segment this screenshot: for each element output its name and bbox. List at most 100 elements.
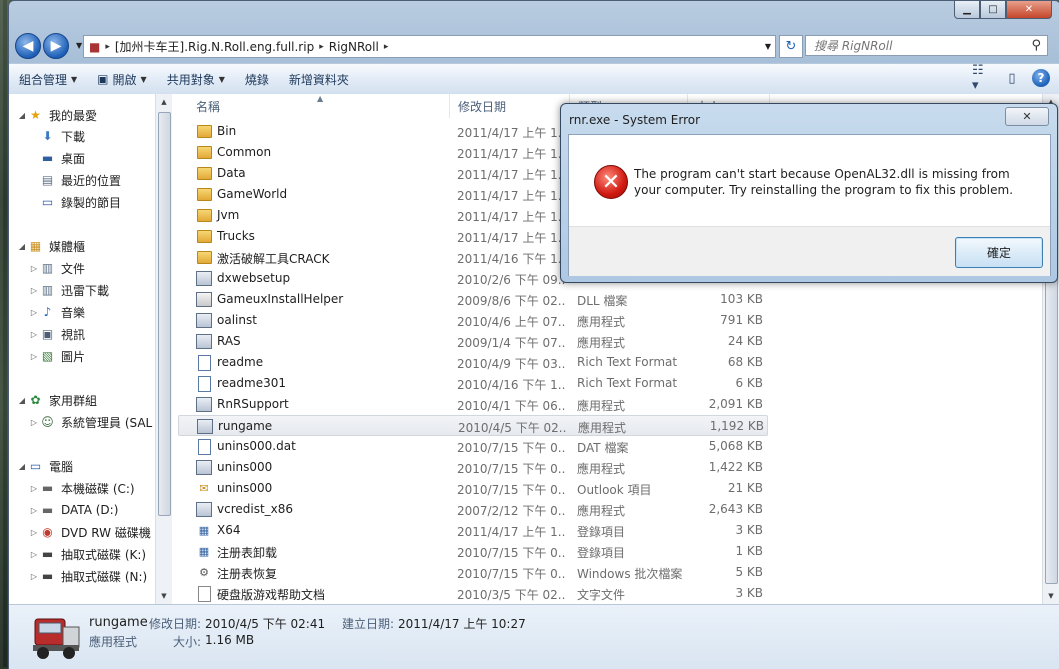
sidebar-item-drive-d[interactable]: ▷ ▬ DATA (D:) bbox=[29, 500, 118, 520]
address-bar[interactable]: ■ ▸ [加州卡车王].Rig.N.Roll.eng.full.rip ▸ Ri… bbox=[83, 35, 775, 58]
sidebar-item-music[interactable]: ▷ ♪ 音樂 bbox=[29, 302, 85, 322]
file-row[interactable]: RAS 2009/1/4 下午 07... 應用程式 24 KB bbox=[178, 331, 768, 352]
file-row[interactable]: unins000 2010/7/15 下午 0... 應用程式 1,422 KB bbox=[178, 457, 768, 478]
file-row[interactable]: ▦ X64 2011/4/17 上午 1... 登錄項目 3 KB bbox=[178, 520, 768, 541]
breadcrumb-segment[interactable]: [加州卡车王].Rig.N.Roll.eng.full.rip bbox=[115, 38, 314, 55]
file-row[interactable]: GameuxInstallHelper 2009/8/6 下午 02... DLL … bbox=[178, 289, 768, 310]
file-size: 24 KB bbox=[727, 334, 763, 348]
expand-arrow-icon[interactable]: ▷ bbox=[29, 352, 39, 361]
help-icon[interactable]: ? bbox=[1032, 69, 1050, 87]
file-date: 2010/4/5 下午 02... bbox=[458, 421, 566, 435]
document-icon bbox=[196, 438, 212, 455]
view-options-icon[interactable]: ☷ ▾ bbox=[972, 63, 992, 93]
computer-icon: ▭ bbox=[29, 459, 42, 473]
open-menu[interactable]: ▣ 開啟 ▼ bbox=[87, 64, 157, 94]
application-icon bbox=[196, 313, 212, 328]
folder-icon bbox=[196, 250, 212, 265]
sidebar-item-recorded-tv[interactable]: ▭ 錄製的節目 bbox=[39, 192, 121, 212]
refresh-button[interactable]: ↻ bbox=[779, 35, 803, 58]
sidebar-item-downloads[interactable]: ⬇ 下載 bbox=[39, 126, 85, 146]
navigation-scrollbar[interactable]: ▲ ▼ bbox=[155, 94, 172, 604]
minimize-button[interactable]: ▁ bbox=[954, 1, 980, 19]
sidebar-item-desktop[interactable]: ▬ 桌面 bbox=[39, 148, 85, 168]
file-row[interactable]: readme 2010/4/9 下午 03... Rich Text Format 6… bbox=[178, 352, 768, 373]
file-row[interactable]: ▦ 注册表卸载 2010/7/15 下午 0... 登錄項目 1 KB bbox=[178, 541, 768, 562]
file-row[interactable]: ✉ unins000 2010/7/15 下午 0... Outlook 項目 21 K… bbox=[178, 478, 768, 499]
scroll-down-arrow-icon[interactable]: ▼ bbox=[1043, 588, 1059, 604]
dialog-close-button[interactable]: ✕ bbox=[1005, 107, 1049, 126]
sidebar-item-dvd-drive[interactable]: ▷ ◉ DVD RW 磁碟機 bbox=[29, 522, 151, 542]
chevron-right-icon[interactable]: ▸ bbox=[105, 42, 110, 52]
sidebar-item-pictures[interactable]: ▷ ▧ 圖片 bbox=[29, 346, 85, 366]
file-date: 2007/2/12 下午 0... bbox=[457, 504, 565, 518]
column-header-date[interactable]: 修改日期 bbox=[450, 94, 570, 118]
expand-arrow-icon[interactable]: ▷ bbox=[29, 572, 39, 581]
search-box[interactable]: ⚲ bbox=[805, 35, 1048, 56]
forward-button[interactable]: ▶ bbox=[43, 33, 69, 59]
back-button[interactable]: ◀ bbox=[15, 33, 41, 59]
organize-menu[interactable]: 組合管理 ▼ bbox=[9, 64, 87, 94]
new-folder-button[interactable]: 新增資料夾 bbox=[279, 64, 359, 94]
file-size: 2,643 KB bbox=[708, 502, 763, 516]
file-row[interactable]: rungame 2010/4/5 下午 02... 應用程式 1,192 KB bbox=[178, 415, 768, 436]
file-type: Windows 批次檔案 bbox=[577, 567, 683, 581]
file-row[interactable]: oalinst 2010/4/6 上午 07... 應用程式 791 KB bbox=[178, 310, 768, 331]
sidebar-group-homegroup[interactable]: ◢ ✿ 家用群組 bbox=[17, 390, 97, 410]
chevron-right-icon[interactable]: ▸ bbox=[384, 42, 389, 52]
chevron-right-icon[interactable]: ▸ bbox=[319, 42, 324, 52]
expand-arrow-icon[interactable]: ◢ bbox=[17, 462, 27, 471]
close-button[interactable]: ✕ bbox=[1006, 1, 1052, 19]
file-name: 注册表卸载 bbox=[217, 546, 278, 560]
expand-arrow-icon[interactable]: ▷ bbox=[29, 484, 39, 493]
ok-button[interactable]: 確定 bbox=[955, 237, 1043, 268]
scroll-up-arrow-icon[interactable]: ▲ bbox=[156, 94, 172, 110]
expand-arrow-icon[interactable]: ◢ bbox=[17, 242, 27, 251]
sidebar-group-libraries[interactable]: ◢ ▦ 媒體櫃 bbox=[17, 236, 85, 256]
maximize-button[interactable]: □ bbox=[980, 1, 1006, 19]
file-row[interactable]: 硬盘版游戏帮助文档 2010/3/5 下午 02... 文字文件 3 KB bbox=[178, 583, 768, 604]
expand-arrow-icon[interactable]: ▷ bbox=[29, 308, 39, 317]
expand-arrow-icon[interactable]: ▷ bbox=[29, 330, 39, 339]
scroll-down-arrow-icon[interactable]: ▼ bbox=[156, 588, 172, 604]
search-icon[interactable]: ⚲ bbox=[1031, 38, 1041, 53]
scrollbar-thumb[interactable] bbox=[158, 112, 171, 516]
file-name: Data bbox=[217, 166, 246, 180]
dialog-body: ✕ The program can't start because OpenAL… bbox=[568, 134, 1051, 276]
expand-arrow-icon[interactable]: ▷ bbox=[29, 286, 39, 295]
sidebar-group-favorites[interactable]: ◢ ★ 我的最愛 bbox=[17, 105, 97, 125]
expand-arrow-icon[interactable]: ▷ bbox=[29, 264, 39, 273]
expand-arrow-icon[interactable]: ▷ bbox=[29, 550, 39, 559]
expand-arrow-icon[interactable]: ◢ bbox=[17, 111, 27, 120]
file-size: 1 KB bbox=[735, 544, 763, 558]
sidebar-item-admin-user[interactable]: ▷ ☺ 系統管理員 (SAL bbox=[29, 412, 152, 432]
search-input[interactable] bbox=[812, 37, 1016, 54]
sidebar-item-thunder-downloads[interactable]: ▷ ▥ 迅雷下載 bbox=[29, 280, 109, 300]
sidebar-item-label: 抽取式磁碟 (N:) bbox=[61, 569, 148, 584]
sidebar-item-drive-c[interactable]: ▷ ▬ 本機磁碟 (C:) bbox=[29, 478, 135, 498]
file-row[interactable]: vcredist_x86 2007/2/12 下午 0... 應用程式 2,643 K… bbox=[178, 499, 768, 520]
sidebar-item-videos[interactable]: ▷ ▣ 視訊 bbox=[29, 324, 85, 344]
burn-button[interactable]: 燒錄 bbox=[235, 64, 279, 94]
dialog-button-area: 確定 bbox=[569, 226, 1050, 276]
file-row[interactable]: ⚙ 注册表恢复 2010/7/15 下午 0... Windows 批次檔案 5 KB bbox=[178, 562, 768, 583]
file-row[interactable]: readme301 2010/4/16 下午 1... Rich Text Form… bbox=[178, 373, 768, 394]
file-row[interactable]: unins000.dat 2010/7/15 下午 0... DAT 檔案 5,068… bbox=[178, 436, 768, 457]
sidebar-item-drive-k[interactable]: ▷ ▬ 抽取式磁碟 (K:) bbox=[29, 544, 146, 564]
recent-pages-dropdown[interactable]: ▼ bbox=[76, 41, 82, 50]
sidebar-item-drive-n[interactable]: ▷ ▬ 抽取式磁碟 (N:) bbox=[29, 566, 147, 586]
sidebar-item-label: 下載 bbox=[61, 129, 86, 144]
expand-arrow-icon[interactable]: ▷ bbox=[29, 506, 39, 515]
breadcrumb-segment[interactable]: RigNRoll bbox=[329, 40, 379, 54]
address-dropdown[interactable]: ▼ bbox=[761, 35, 776, 58]
sidebar-item-recent[interactable]: ▤ 最近的位置 bbox=[39, 170, 121, 190]
sidebar-item-documents[interactable]: ▷ ▥ 文件 bbox=[29, 258, 85, 278]
removable-drive-icon: ▬ bbox=[41, 547, 54, 561]
file-row[interactable]: RnRSupport 2010/4/1 下午 06... 應用程式 2,091 KB bbox=[178, 394, 768, 415]
preview-pane-icon[interactable]: ▯ bbox=[1002, 68, 1022, 88]
share-menu[interactable]: 共用對象 ▼ bbox=[157, 64, 235, 94]
expand-arrow-icon[interactable]: ▷ bbox=[29, 418, 39, 427]
expand-arrow-icon[interactable]: ▷ bbox=[29, 528, 39, 537]
sidebar-group-computer[interactable]: ◢ ▭ 電腦 bbox=[17, 456, 73, 476]
file-date: 2011/4/17 上午 1... bbox=[457, 147, 565, 161]
expand-arrow-icon[interactable]: ◢ bbox=[17, 396, 27, 405]
